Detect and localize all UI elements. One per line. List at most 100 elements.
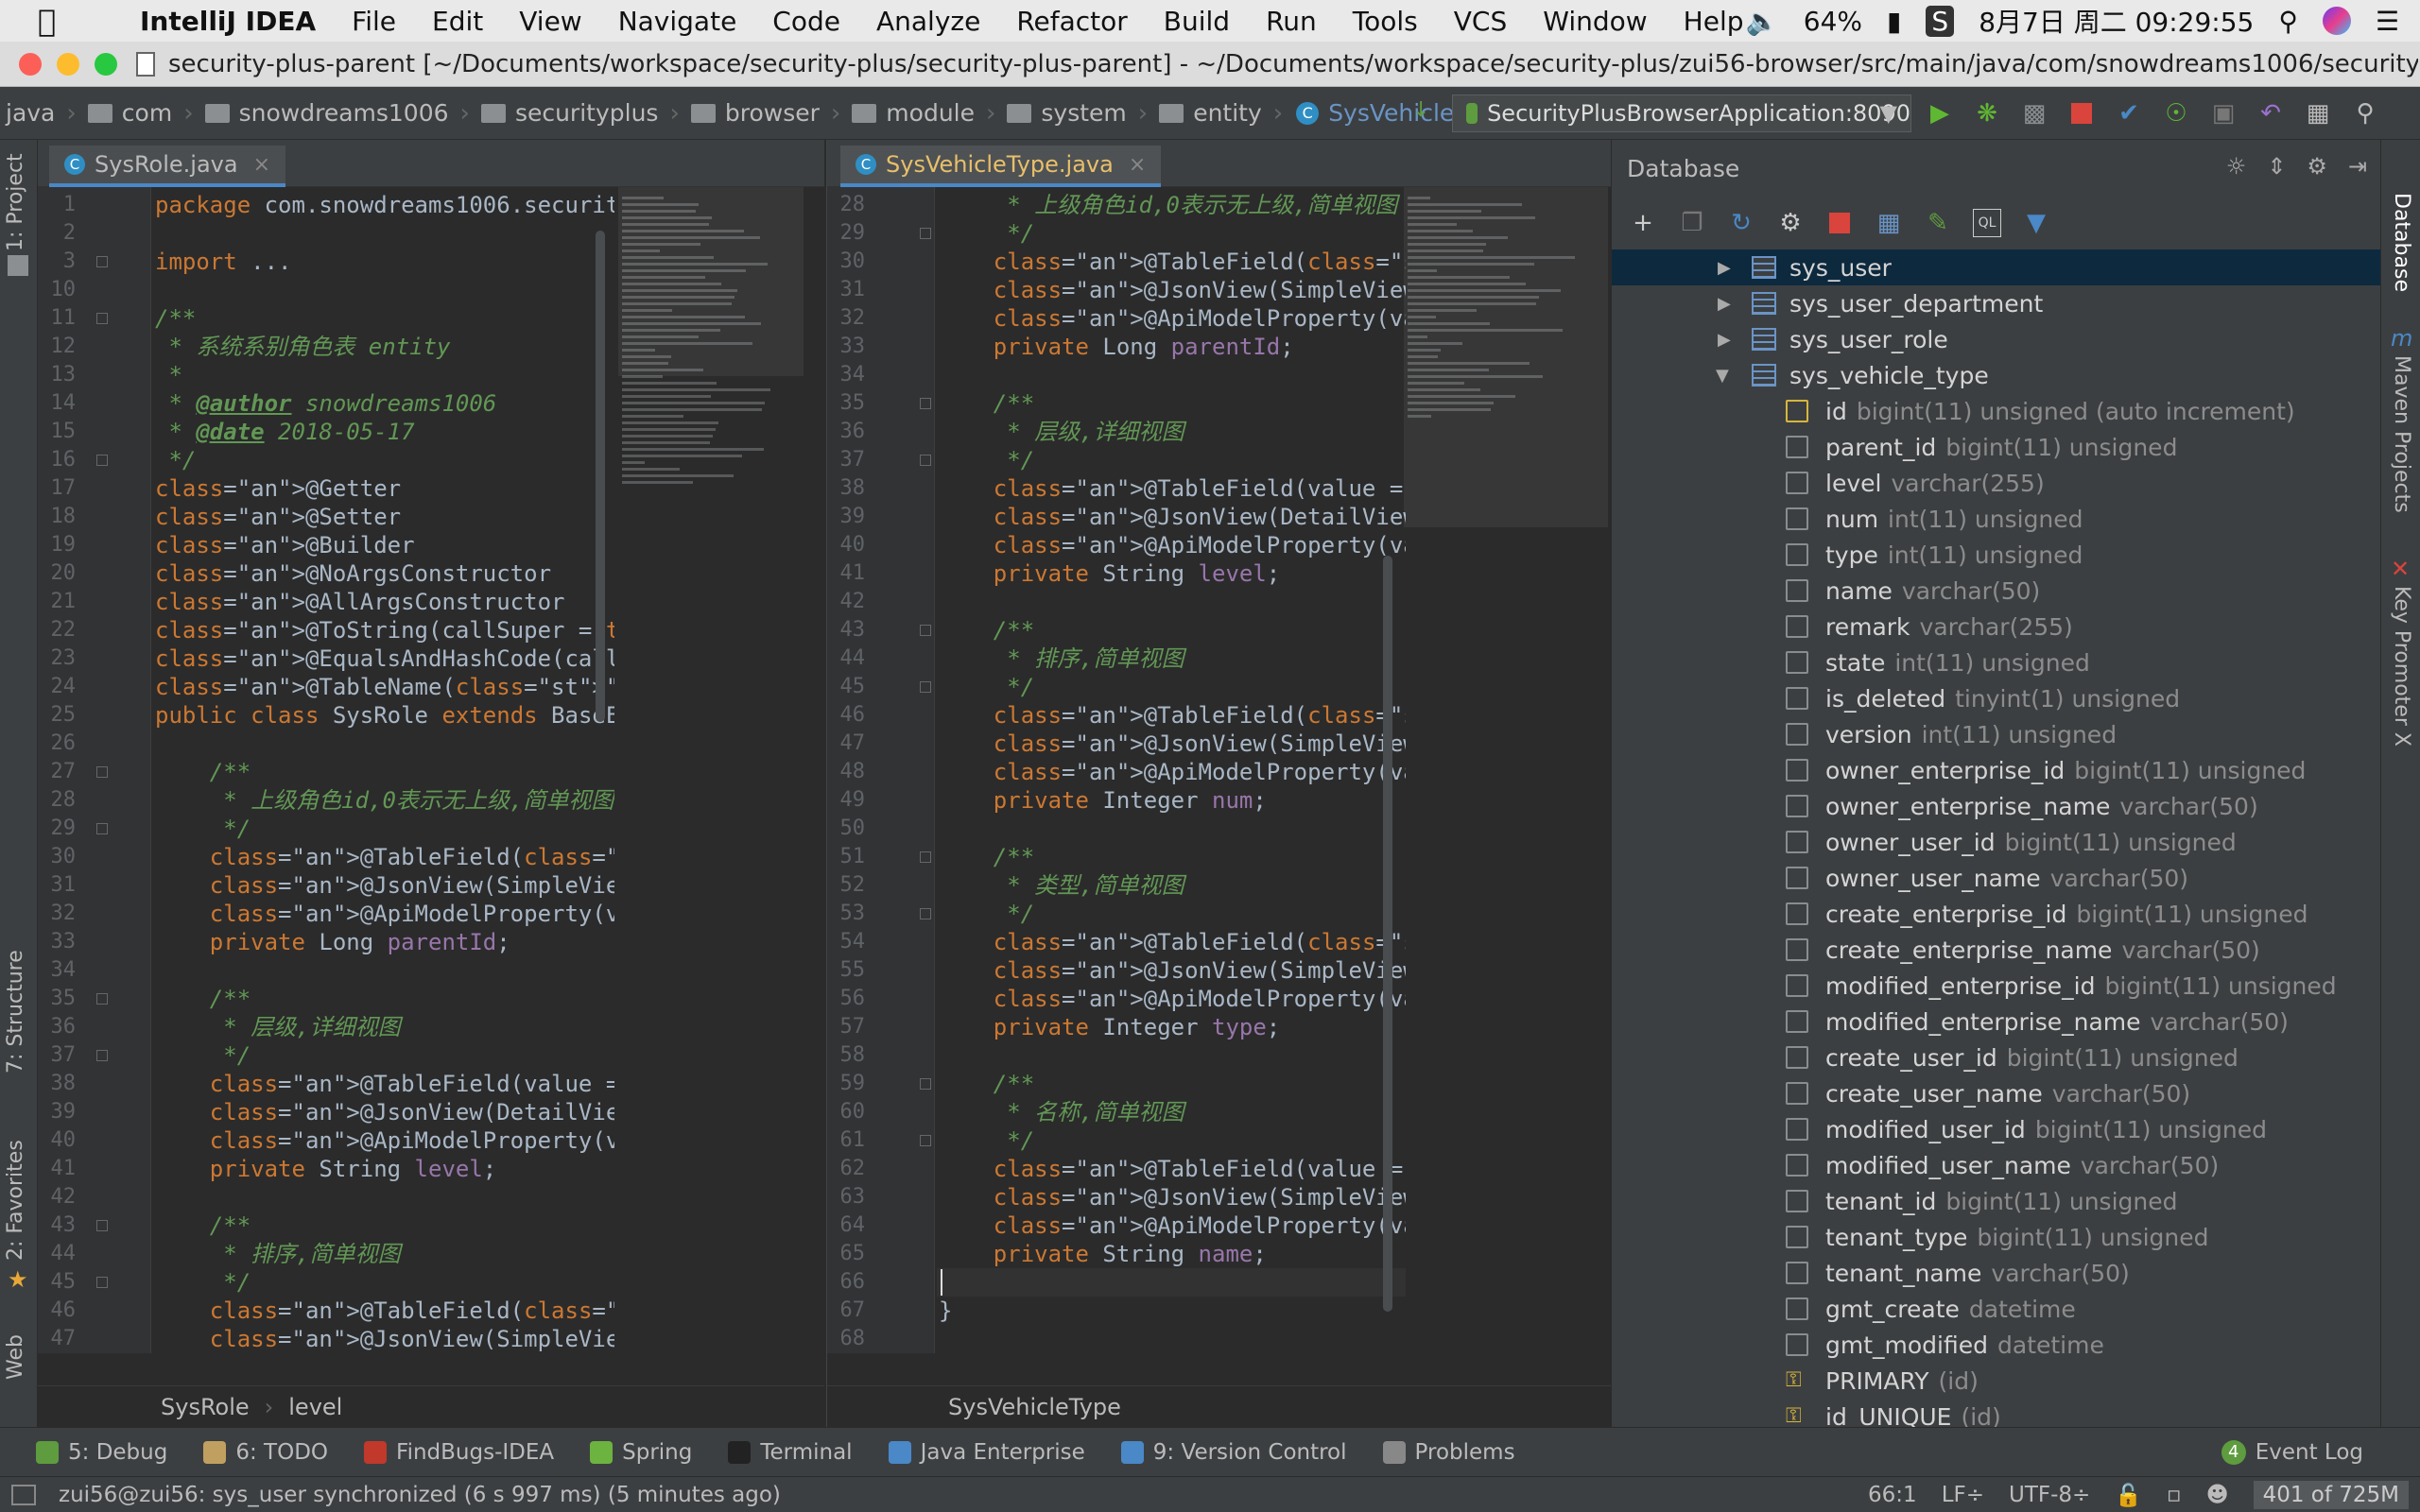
code-line[interactable]: /** bbox=[939, 389, 1034, 418]
code-line[interactable]: class="an">@JsonView(SimpleView.class) bbox=[939, 276, 1406, 304]
tab-maven-projects[interactable]: Maven Projects bbox=[2390, 355, 2413, 513]
code-line[interactable]: class="an">@JsonView(SimpleView.class) bbox=[939, 956, 1406, 985]
code-line[interactable]: /** bbox=[155, 1211, 251, 1240]
line-number[interactable]: 31 bbox=[38, 871, 77, 900]
line-number[interactable]: 1 bbox=[38, 191, 76, 219]
line-number[interactable]: 62 bbox=[827, 1155, 866, 1183]
line-number[interactable]: 35 bbox=[38, 985, 77, 1013]
tree-column[interactable]: is_deleted tinyint(1) unsigned bbox=[1612, 680, 2380, 716]
code-line[interactable]: private Long parentId; bbox=[939, 333, 1294, 361]
tree-column[interactable]: tenant_id bigint(11) unsigned bbox=[1612, 1183, 2380, 1219]
line-number[interactable]: 37 bbox=[38, 1041, 77, 1070]
menu-refactor[interactable]: Refactor bbox=[1016, 6, 1127, 37]
line-number[interactable]: 25 bbox=[38, 701, 77, 730]
line-number[interactable]: 54 bbox=[827, 928, 866, 956]
code-line[interactable]: * 名称,简单视图 bbox=[939, 1098, 1184, 1126]
line-number[interactable]: 41 bbox=[38, 1155, 77, 1183]
line-number[interactable]: 45 bbox=[38, 1268, 77, 1297]
line-number[interactable]: 56 bbox=[827, 985, 866, 1013]
breadcrumb-field[interactable]: level bbox=[288, 1394, 342, 1420]
line-number[interactable]: 32 bbox=[827, 304, 866, 333]
tree-table[interactable]: ▶ sys_user_role bbox=[1612, 321, 2380, 357]
stop-icon[interactable] bbox=[2066, 98, 2097, 129]
tool-windows-toggle-icon[interactable] bbox=[11, 1484, 36, 1505]
fold-marker-icon[interactable] bbox=[920, 851, 931, 863]
minimize-window-button[interactable] bbox=[57, 52, 79, 76]
hector-icon[interactable]: ☻ bbox=[2206, 1483, 2229, 1507]
code-line[interactable]: class="an">@ToString(callSuper = true) bbox=[155, 616, 614, 644]
code-line[interactable]: * 层级,详细视图 bbox=[939, 418, 1184, 446]
line-number[interactable]: 30 bbox=[827, 248, 866, 276]
line-separator[interactable]: LF÷ bbox=[1942, 1483, 1984, 1507]
console-icon[interactable]: QL bbox=[1973, 209, 2001, 237]
line-number[interactable]: 48 bbox=[827, 758, 866, 786]
search-icon[interactable]: ⚲ bbox=[2350, 98, 2380, 129]
line-number[interactable]: 59 bbox=[827, 1070, 866, 1098]
toolwindow-terminal[interactable]: Terminal bbox=[728, 1440, 853, 1465]
spotlight-icon[interactable]: ⚲ bbox=[2278, 6, 2298, 37]
line-number[interactable]: 22 bbox=[38, 616, 77, 644]
nav-crumb-java[interactable]: java › bbox=[6, 99, 77, 128]
fold-marker-icon[interactable] bbox=[920, 625, 931, 636]
line-number[interactable]: 66 bbox=[827, 1268, 866, 1297]
tree-column[interactable]: owner_enterprise_id bigint(11) unsigned bbox=[1612, 752, 2380, 788]
zoom-window-button[interactable] bbox=[95, 52, 117, 76]
line-number[interactable]: 45 bbox=[827, 673, 866, 701]
line-number[interactable]: 30 bbox=[38, 843, 77, 871]
code-line[interactable]: class="an">@Builder bbox=[155, 531, 415, 559]
close-window-button[interactable] bbox=[19, 52, 42, 76]
close-tab-icon[interactable]: × bbox=[253, 153, 270, 177]
code-line[interactable]: public class SysRole extends BaseEr bbox=[155, 701, 614, 730]
line-number[interactable]: 26 bbox=[38, 730, 77, 758]
line-number[interactable]: 34 bbox=[38, 956, 77, 985]
app-menu[interactable]: IntelliJ IDEA bbox=[140, 6, 316, 37]
copy-icon[interactable]: ❐ bbox=[1678, 209, 1706, 237]
clock[interactable]: 8月7日 周二 09:29:55 bbox=[1979, 2, 2254, 40]
line-number[interactable]: 31 bbox=[827, 276, 866, 304]
tab-database[interactable]: Database bbox=[2390, 193, 2413, 292]
tree-column[interactable]: modified_enterprise_name varchar(50) bbox=[1612, 1004, 2380, 1040]
line-number[interactable]: 51 bbox=[827, 843, 866, 871]
project-structure-icon[interactable]: ▦ bbox=[2303, 98, 2333, 129]
fold-marker-icon[interactable] bbox=[96, 823, 108, 834]
collapse-icon[interactable]: ▼ bbox=[1716, 366, 1729, 386]
nav-crumb-com[interactable]: com › bbox=[77, 99, 194, 128]
toolwindow-problems[interactable]: Problems bbox=[1382, 1440, 1515, 1465]
code-line[interactable]: private String level; bbox=[155, 1155, 496, 1183]
inspection-icon[interactable]: ▫ bbox=[2167, 1483, 2182, 1507]
tree-column[interactable]: ⚿ PRIMARY (id) bbox=[1612, 1363, 2380, 1399]
collapse-icon[interactable]: ⇕ bbox=[2267, 153, 2286, 180]
vertical-scrollbar[interactable] bbox=[1383, 556, 1392, 1312]
toolwindow-9-version-control[interactable]: 9: Version Control bbox=[1120, 1440, 1347, 1465]
code-line[interactable]: class="an">@TableField(value = class="st… bbox=[939, 474, 1406, 503]
line-number[interactable]: 19 bbox=[38, 531, 77, 559]
code-line[interactable]: private String name; bbox=[939, 1240, 1267, 1268]
line-number[interactable]: 36 bbox=[38, 1013, 77, 1041]
tree-column[interactable]: modified_user_id bigint(11) unsigned bbox=[1612, 1111, 2380, 1147]
tab-favorites[interactable]: 2: Favorites bbox=[4, 1140, 27, 1261]
line-number[interactable]: 42 bbox=[38, 1183, 77, 1211]
line-number[interactable]: 13 bbox=[38, 361, 77, 389]
line-number[interactable]: 46 bbox=[38, 1297, 77, 1325]
tree-column[interactable]: type int(11) unsigned bbox=[1612, 537, 2380, 573]
code-line[interactable]: class="an">@Setter bbox=[155, 503, 401, 531]
apple-icon[interactable]:  bbox=[38, 3, 85, 39]
sort-icon[interactable]: ↓ bbox=[1412, 98, 1429, 122]
code-line[interactable]: private Long parentId; bbox=[155, 928, 510, 956]
fold-marker-icon[interactable] bbox=[920, 681, 931, 693]
fold-marker-icon[interactable] bbox=[920, 455, 931, 466]
nav-crumb-system[interactable]: system › bbox=[995, 99, 1148, 128]
minimap-viewport[interactable] bbox=[1404, 187, 1608, 527]
code-area[interactable]: 1 package com.snowdreams1006.security 2 3 im… bbox=[38, 187, 615, 1353]
expand-icon[interactable]: ▶ bbox=[1718, 294, 1731, 314]
tree-column[interactable]: gmt_create datetime bbox=[1612, 1291, 2380, 1327]
line-number[interactable]: 65 bbox=[827, 1240, 866, 1268]
code-line[interactable]: * @author snowdreams1006 bbox=[155, 389, 496, 418]
fold-marker-icon[interactable] bbox=[920, 1135, 931, 1146]
line-number[interactable]: 35 bbox=[827, 389, 866, 418]
stop-icon[interactable] bbox=[1825, 209, 1854, 237]
menu-vcs[interactable]: VCS bbox=[1454, 6, 1507, 37]
code-line[interactable]: * 类型,简单视图 bbox=[939, 871, 1184, 900]
code-line[interactable]: class="an">@ApiModelProperty(value = cla… bbox=[155, 900, 614, 928]
code-line[interactable]: /** bbox=[155, 985, 251, 1013]
